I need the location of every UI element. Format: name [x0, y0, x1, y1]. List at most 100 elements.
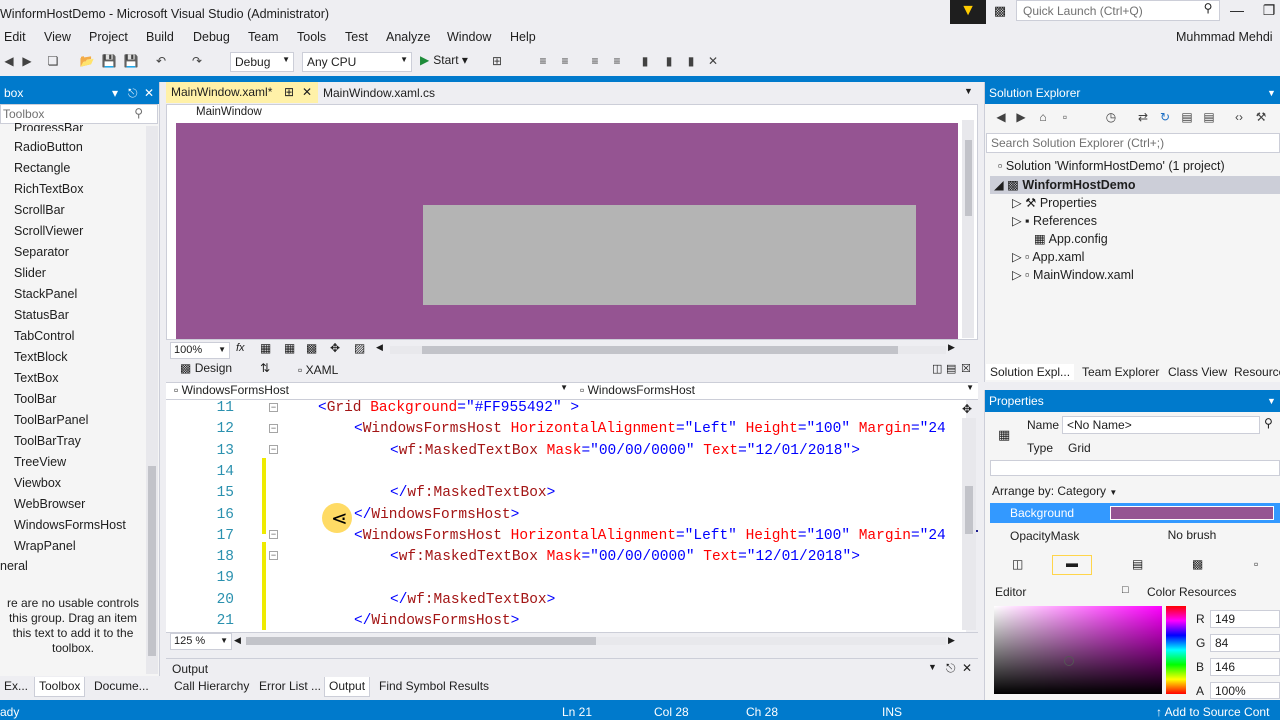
- tab-design[interactable]: ▩ Design: [180, 361, 232, 375]
- image-brush-icon[interactable]: ▩: [1192, 557, 1203, 571]
- hue-slider[interactable]: [1166, 606, 1186, 694]
- code-line[interactable]: 20 </wf:MaskedTextBox>: [166, 592, 966, 613]
- tab-toolbox[interactable]: Toolbox: [34, 677, 86, 697]
- dropdown-icon[interactable]: ▾: [112, 86, 118, 100]
- restore-button[interactable]: ❐: [1254, 2, 1280, 22]
- fold-toggle[interactable]: −: [269, 551, 278, 560]
- toolbox-item[interactable]: ToolBarPanel: [14, 413, 88, 427]
- solution-search-input[interactable]: Search Solution Explorer (Ctrl+;): [986, 133, 1280, 153]
- add-split-icon[interactable]: ✥: [962, 402, 972, 416]
- toolbox-item[interactable]: ToolBarTray: [14, 434, 81, 448]
- code-line[interactable]: 15 </wf:MaskedTextBox>: [166, 485, 966, 506]
- snap-lines-icon[interactable]: ✥: [330, 341, 340, 355]
- toolbox-item[interactable]: RadioButton: [14, 140, 83, 154]
- new-project-icon[interactable]: ❏: [44, 52, 62, 70]
- toolbox-item[interactable]: ScrollViewer: [14, 224, 83, 238]
- designer-zoom-select[interactable]: 100% ▼: [170, 342, 230, 359]
- toolbox-item[interactable]: ToolBar: [14, 392, 56, 406]
- toolbox-item[interactable]: TextBox: [14, 371, 58, 385]
- snap-grid-icon[interactable]: ▦: [284, 341, 295, 355]
- scroll-right-icon[interactable]: ▶: [948, 635, 955, 646]
- scroll-right-icon[interactable]: ▶: [948, 342, 955, 353]
- forward-icon[interactable]: ▶: [1012, 108, 1030, 126]
- notification-filter-icon[interactable]: ▼: [950, 0, 986, 24]
- dropdown-icon[interactable]: ▼: [928, 662, 937, 672]
- menu-tools[interactable]: Tools: [297, 30, 326, 44]
- code-line[interactable]: 18 <wf:MaskedTextBox Mask="00/00/0000" Te…: [166, 549, 966, 570]
- tab-mainwindow-xaml-cs[interactable]: MainWindow.xaml.cs: [318, 84, 440, 102]
- pin-icon[interactable]: ⎋: [946, 661, 956, 676]
- dropdown-icon[interactable]: ▼: [1267, 396, 1276, 406]
- color-picker-handle[interactable]: [1064, 656, 1074, 666]
- r-input[interactable]: 149: [1210, 610, 1280, 628]
- tab-mainwindow-xaml[interactable]: MainWindow.xaml* ⊞ ✕: [166, 82, 318, 103]
- scroll-left-icon[interactable]: ◀: [376, 342, 383, 353]
- user-name[interactable]: Muhmmad Mehdi: [1176, 30, 1273, 44]
- close-icon[interactable]: ✕: [302, 85, 312, 99]
- minimize-button[interactable]: —: [1222, 2, 1252, 22]
- clear-bookmarks-icon[interactable]: ✕: [704, 52, 722, 70]
- tree-item-app-xaml[interactable]: ▷ ▫ App.xaml: [1012, 249, 1084, 264]
- quick-launch-input[interactable]: Quick Launch (Ctrl+Q): [1016, 0, 1220, 21]
- tree-item-references[interactable]: ▷ ▪ References: [1012, 213, 1097, 228]
- toolbox-item[interactable]: WebBrowser: [14, 497, 85, 511]
- toolbox-item[interactable]: StatusBar: [14, 308, 69, 322]
- toolbox-item-partial[interactable]: ProgressBar: [14, 121, 83, 131]
- solid-brush-icon[interactable]: ▬: [1052, 555, 1092, 575]
- start-button[interactable]: ▶ Start ▾: [420, 53, 468, 67]
- tab-xaml[interactable]: ▫ XAML: [298, 363, 338, 377]
- menu-project[interactable]: Project: [89, 30, 128, 44]
- toolbox-group-general[interactable]: neral: [0, 559, 28, 573]
- configuration-select[interactable]: Debug ▼: [230, 52, 294, 72]
- code-line[interactable]: 11 <Grid Background="#FF955492" >: [166, 400, 966, 421]
- tab-call-hierarchy[interactable]: Call Hierarchy: [170, 677, 253, 697]
- indent-icon[interactable]: ≡: [586, 52, 604, 70]
- g-input[interactable]: 84: [1210, 634, 1280, 652]
- toolbox-item[interactable]: WrapPanel: [14, 539, 76, 553]
- menu-team[interactable]: Team: [248, 30, 279, 44]
- toolbox-item[interactable]: StackPanel: [14, 287, 77, 301]
- tab-team-explorer[interactable]: Team Explorer: [1078, 364, 1163, 380]
- nav-right-select[interactable]: ▫ WindowsFormsHost ▼: [574, 383, 978, 397]
- tree-item-properties[interactable]: ▷ ⚒ Properties: [1012, 195, 1097, 210]
- next-bookmark-icon[interactable]: ▮: [682, 52, 700, 70]
- properties-wrench-icon[interactable]: ⚒: [1252, 108, 1270, 126]
- platform-select[interactable]: Any CPU ▼: [302, 52, 412, 72]
- code-line[interactable]: 17 <WindowsFormsHost HorizontalAlignment=…: [166, 528, 966, 549]
- outdent-icon[interactable]: ≡: [608, 52, 626, 70]
- view-code-icon[interactable]: ‹›: [1230, 108, 1248, 126]
- nav-left-select[interactable]: ▫ WindowsFormsHost ▼: [168, 383, 572, 397]
- tab-output[interactable]: Output: [324, 677, 371, 697]
- fold-toggle[interactable]: −: [269, 445, 278, 454]
- feedback-icon[interactable]: ▩: [990, 3, 1010, 21]
- designer-vscroll-thumb[interactable]: [965, 140, 972, 216]
- toolbox-item[interactable]: Viewbox: [14, 476, 61, 490]
- swap-panes-icon[interactable]: ⇅: [260, 361, 270, 375]
- toolbox-item[interactable]: WindowsFormsHost: [14, 518, 126, 532]
- forward-icon[interactable]: ▶: [18, 52, 36, 70]
- name-input[interactable]: <No Name>: [1062, 416, 1260, 434]
- collapse-pane-icon[interactable]: ☒: [961, 362, 971, 375]
- pin-icon[interactable]: ⎋: [128, 86, 138, 101]
- menu-help[interactable]: Help: [510, 30, 536, 44]
- tab-resource-view[interactable]: Resource: [1230, 364, 1280, 380]
- add-to-source-control[interactable]: ↑ Add to Source Cont: [1156, 705, 1269, 719]
- code-zoom-select[interactable]: 125 % ▼: [170, 633, 232, 650]
- toolbox-item[interactable]: Slider: [14, 266, 46, 280]
- gradient-brush-icon[interactable]: ▤: [1132, 557, 1143, 571]
- refresh-icon[interactable]: ↻: [1156, 108, 1174, 126]
- code-line[interactable]: 14: [166, 464, 966, 485]
- formula-icon[interactable]: fx: [236, 342, 245, 354]
- fold-toggle[interactable]: −: [269, 530, 278, 539]
- show-all-files-icon[interactable]: ▤: [1200, 108, 1218, 126]
- save-all-icon[interactable]: 💾: [122, 52, 140, 70]
- tab-document-outline[interactable]: Docume...: [90, 677, 153, 697]
- tab-list-dropdown-icon[interactable]: ▼: [964, 86, 973, 96]
- prev-bookmark-icon[interactable]: ▮: [660, 52, 678, 70]
- code-line[interactable]: 21 </WindowsFormsHost>: [166, 613, 966, 634]
- tab-class-view[interactable]: Class View: [1164, 364, 1231, 380]
- property-search-input[interactable]: [990, 460, 1280, 476]
- color-resources-label[interactable]: Color Resources: [1147, 585, 1236, 599]
- toolbox-item[interactable]: TextBlock: [14, 350, 68, 364]
- back-icon[interactable]: ◀: [0, 52, 18, 70]
